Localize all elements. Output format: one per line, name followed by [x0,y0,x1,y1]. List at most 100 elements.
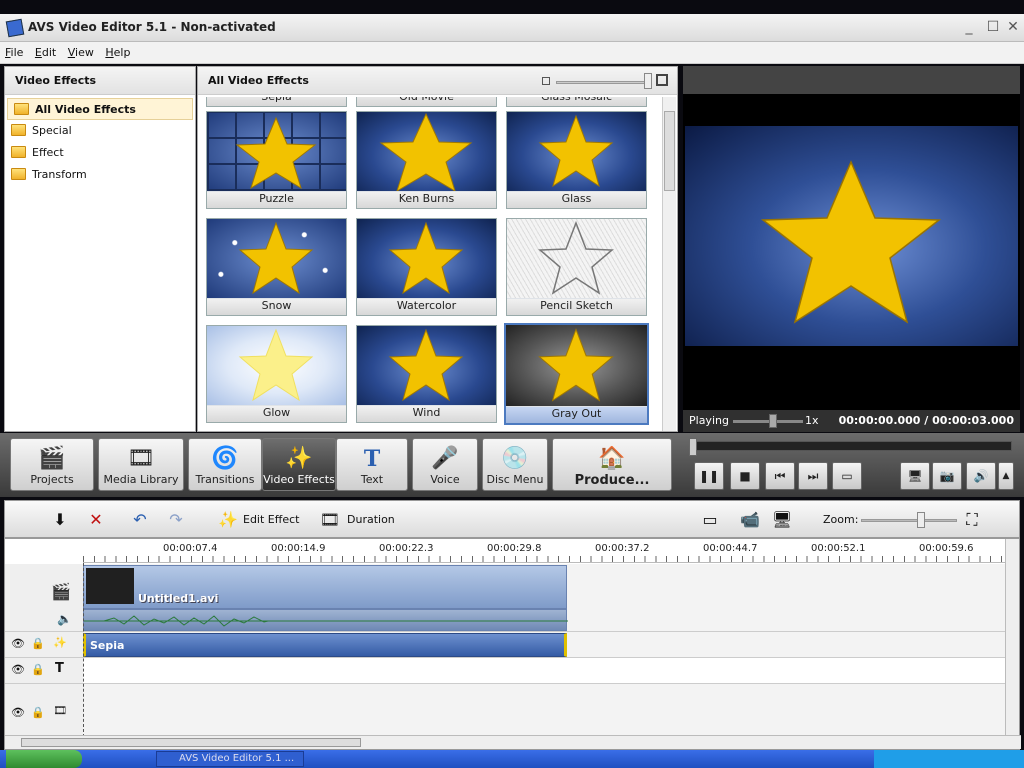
star-icon [760,160,942,324]
star-icon [388,328,464,402]
audio-waveform-clip[interactable] [83,609,568,631]
lock-icon[interactable]: 🔒 [31,663,45,676]
effect-tile-watercolor[interactable]: Watercolor [356,218,497,316]
effect-tile-glass-mosaic[interactable]: Glass Mosaic [506,97,647,107]
effects-grid-scrollbar[interactable] [662,97,676,431]
redo-icon[interactable]: ↷ [165,509,187,531]
eye-icon[interactable]: 👁 [11,706,25,719]
effect-track-header: 👁 🔒 ✨ [5,632,83,658]
effect-tile-glow[interactable]: Glow [206,325,347,423]
effect-tile-gray-out[interactable]: Gray Out [504,323,649,425]
menu-file[interactable]: File [0,42,26,59]
thumbnail-size-slider[interactable] [556,81,650,84]
next-frame-button[interactable]: ⏭ [798,462,828,490]
timeline-horizontal-scrollbar[interactable] [5,735,1021,749]
ruler-ticks [83,556,1007,562]
fit-to-window-icon[interactable]: ⛶ [961,509,983,531]
eye-icon[interactable]: 👁 [11,637,25,650]
effect-tile-old-movie[interactable]: Old Movie [356,97,497,107]
effect-label: Watercolor [357,299,496,315]
previous-frame-button[interactable]: ⏮ [765,462,795,490]
category-all-video-effects[interactable]: All Video Effects [7,98,193,120]
button-label: Media Library [103,473,179,486]
media-library-button[interactable]: 🎞 Media Library [98,438,184,491]
pause-button[interactable]: ❚❚ [694,462,724,490]
video-effects-button[interactable]: ✨ Video Effects [262,438,336,491]
lock-icon[interactable]: 🔒 [31,706,45,719]
category-label: Special [32,124,72,137]
star-icon [538,220,614,295]
thumbnail-size-slider-thumb[interactable] [644,73,652,89]
stop-button[interactable]: ■ [730,462,760,490]
ruler-tick: 00:00:59.6 [919,543,974,554]
star-icon [235,116,317,190]
timeline-ruler[interactable]: 00:00:07.4 00:00:14.9 00:00:22.3 00:00:2… [83,539,1007,563]
fullscreen-button[interactable]: ▭ [832,462,862,490]
text-track [83,658,1007,684]
effect-clip[interactable]: Sepia [83,633,567,657]
speed-slider-thumb[interactable] [769,414,777,428]
projects-button[interactable]: 🎬 Projects [10,438,94,491]
menu-edit[interactable]: Edit [30,42,59,59]
zoom-slider-thumb[interactable] [917,512,925,528]
text-button[interactable]: T Text [336,438,408,491]
close-icon[interactable]: ✕ [1004,18,1022,36]
effect-tile-wind[interactable]: Wind [356,325,497,423]
disc-menu-button[interactable]: 💿 Disc Menu [482,438,548,491]
maximize-icon[interactable]: ☐ [984,18,1002,36]
taskbar-app-button[interactable]: AVS Video Editor 5.1 ... [156,751,304,767]
start-button[interactable] [6,750,82,768]
effect-tile-puzzle[interactable]: Puzzle [206,111,347,209]
scrollbar-thumb[interactable] [664,111,675,191]
produce-button[interactable]: 🏠 Produce... [552,438,672,491]
category-special[interactable]: Special [5,120,195,142]
eye-icon[interactable]: 👁 [11,663,25,676]
effect-tile-pencil-sketch[interactable]: Pencil Sketch [506,218,647,316]
zoom-slider[interactable] [861,519,957,522]
speaker-icon[interactable]: 🔈 [57,612,72,626]
edit-effect-icon[interactable]: ✨ [217,509,239,531]
window-title: AVS Video Editor 5.1 - Non-activated [28,20,276,34]
webcam-icon[interactable]: 📹 [739,509,761,531]
volume-dropdown-icon[interactable]: ▲ [998,462,1014,490]
transitions-button[interactable]: 🌀 Transitions [188,438,262,491]
effect-tile-snow[interactable]: Snow [206,218,347,316]
minimize-icon[interactable]: _ [960,18,978,36]
effect-tile-ken-burns[interactable]: Ken Burns [356,111,497,209]
large-thumbnails-icon[interactable] [656,74,668,86]
seek-thumb[interactable] [689,438,697,456]
lock-icon[interactable]: 🔒 [31,637,45,650]
undo-icon[interactable]: ↶ [129,509,151,531]
effect-tile-glass[interactable]: Glass [506,111,647,209]
ruler-tick: 00:00:52.1 [811,543,866,554]
monitor-dropdown-icon[interactable]: 🖥 [771,509,793,531]
voice-button[interactable]: 🎤 Voice [412,438,478,491]
duration-button[interactable]: Duration [347,513,395,526]
scrollbar-thumb[interactable] [21,738,361,747]
camera-icon[interactable]: 📷 [932,462,962,490]
system-tray [874,750,1024,768]
video-clip[interactable]: Untitled1.avi [83,565,567,609]
star-icon [538,114,614,188]
storyboard-toggle-icon[interactable]: ▭ [699,509,721,531]
star-icon [238,328,314,402]
delete-icon[interactable]: ✕ [85,509,107,531]
effect-tile-sepia[interactable]: Sepia [206,97,347,107]
edit-effect-button[interactable]: Edit Effect [243,513,299,526]
menu-help[interactable]: Help [100,42,133,59]
effect-label: Glass [507,192,646,208]
category-effect[interactable]: Effect [5,142,195,164]
speed-slider[interactable] [733,420,803,423]
duration-icon[interactable]: 🎞 [319,509,341,531]
timeline-vertical-scrollbar[interactable] [1005,539,1019,735]
move-down-icon[interactable]: ⬇ [49,509,71,531]
effect-label: Glow [207,406,346,422]
overlay-icon: 🎞 [53,704,67,717]
small-thumbnails-icon[interactable] [542,77,550,85]
app-window: AVS Video Editor 5.1 - Non-activated _ ☐… [0,0,1024,768]
monitor-icon[interactable]: 🖥 [900,462,930,490]
menu-view[interactable]: View [63,42,97,59]
volume-icon[interactable]: 🔊 [966,462,996,490]
category-transform[interactable]: Transform [5,164,195,186]
seek-bar[interactable] [689,438,1012,456]
